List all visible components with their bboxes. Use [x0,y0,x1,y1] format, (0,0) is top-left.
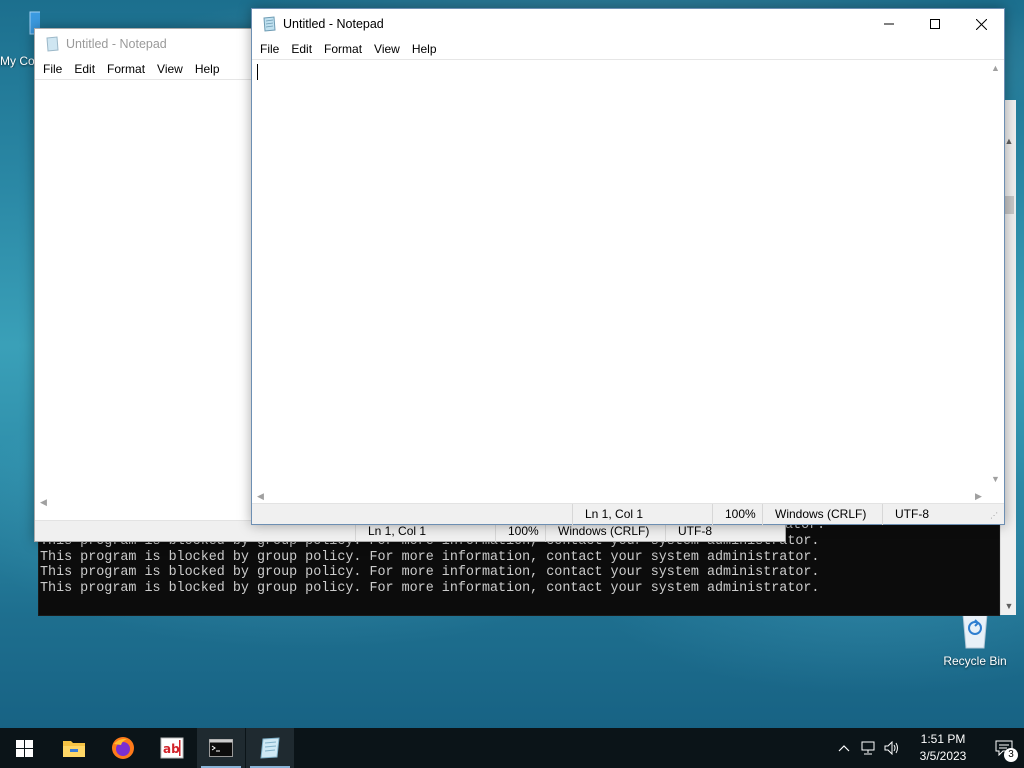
scroll-down-arrow-icon[interactable]: ▼ [1001,601,1017,611]
network-button[interactable] [856,728,880,768]
taskbar: ab 1:51 PM 3/5/2023 3 [0,728,1024,768]
taskbar-file-explorer[interactable] [50,728,98,768]
menu-view[interactable]: View [368,39,406,59]
minimize-icon [884,23,894,25]
network-icon [861,741,875,755]
clock-time: 1:51 PM [920,732,966,746]
console-line: This program is blocked by group policy.… [40,580,820,596]
maximize-button[interactable] [912,9,958,39]
terminal-icon [209,739,233,757]
taskbar-terminal[interactable] [197,728,245,768]
desktop-icon-recycle-bin[interactable]: Recycle Bin [940,608,1010,668]
text-editor[interactable]: ▲ ▼ ◀ ▶ [252,59,1004,505]
menu-view[interactable]: View [151,59,189,79]
menu-edit[interactable]: Edit [285,39,318,59]
taskbar-notepad[interactable] [246,728,294,768]
notepad-icon [261,16,277,32]
action-center-button[interactable]: 3 [984,728,1024,768]
start-button[interactable] [0,728,48,768]
clock-date: 3/5/2023 [919,749,967,763]
taskbar-firefox[interactable] [99,728,147,768]
menu-help[interactable]: Help [189,59,226,79]
chevron-up-icon [838,745,850,752]
console-line: This program is blocked by group policy.… [40,549,820,565]
close-button[interactable] [958,9,1004,39]
firefox-icon [112,737,134,759]
title-bar[interactable]: Untitled - Notepad [252,9,1004,39]
menu-file[interactable]: File [254,39,285,59]
folder-icon [63,741,85,757]
vertical-scrollbar[interactable]: ▲ ▼ [987,60,1004,488]
menu-format[interactable]: Format [101,59,151,79]
window-title: Untitled - Notepad [66,37,167,51]
show-hidden-icons-button[interactable] [832,728,856,768]
svg-text:ab: ab [163,742,180,756]
scroll-down-arrow-icon[interactable]: ▼ [987,471,1004,488]
abiword-icon: ab [160,737,184,759]
status-position: Ln 1, Col 1 [572,504,712,525]
notepad-icon [260,737,280,759]
scroll-left-arrow-icon[interactable]: ◀ [35,494,52,511]
scroll-up-arrow-icon[interactable]: ▲ [987,60,1004,77]
notepad-window-foreground[interactable]: Untitled - Notepad File Edit Format View… [251,8,1005,525]
desktop-icon-label: Recycle Bin [943,654,1007,668]
status-encoding: UTF-8 [882,504,990,525]
resize-grip-icon[interactable]: ⋰ [990,504,1002,524]
menu-file[interactable]: File [37,59,68,79]
menu-bar: File Edit Format View Help [252,39,1004,59]
taskbar-clock[interactable]: 1:51 PM 3/5/2023 [908,731,978,765]
menu-edit[interactable]: Edit [68,59,101,79]
menu-help[interactable]: Help [406,39,443,59]
maximize-icon [930,19,940,29]
system-tray: 1:51 PM 3/5/2023 3 [832,728,1024,768]
minimize-button[interactable] [866,9,912,39]
window-controls [866,9,1004,39]
notepad-icon [44,36,60,52]
window-title: Untitled - Notepad [283,17,384,31]
volume-button[interactable] [880,728,904,768]
menu-format[interactable]: Format [318,39,368,59]
taskbar-abiword[interactable]: ab [148,728,196,768]
status-line-ending: Windows (CRLF) [762,504,882,525]
windows-logo-icon [15,739,33,757]
notification-badge: 3 [1004,748,1018,762]
speaker-icon [884,741,898,755]
console-line: This program is blocked by group policy.… [40,565,820,581]
scroll-thumb[interactable] [1004,196,1014,214]
text-caret [257,64,258,80]
status-spacer [252,504,572,524]
status-bar: Ln 1, Col 1 100% Windows (CRLF) UTF-8 ⋰ [252,503,1004,525]
status-zoom: 100% [712,504,762,525]
close-icon [975,18,987,30]
